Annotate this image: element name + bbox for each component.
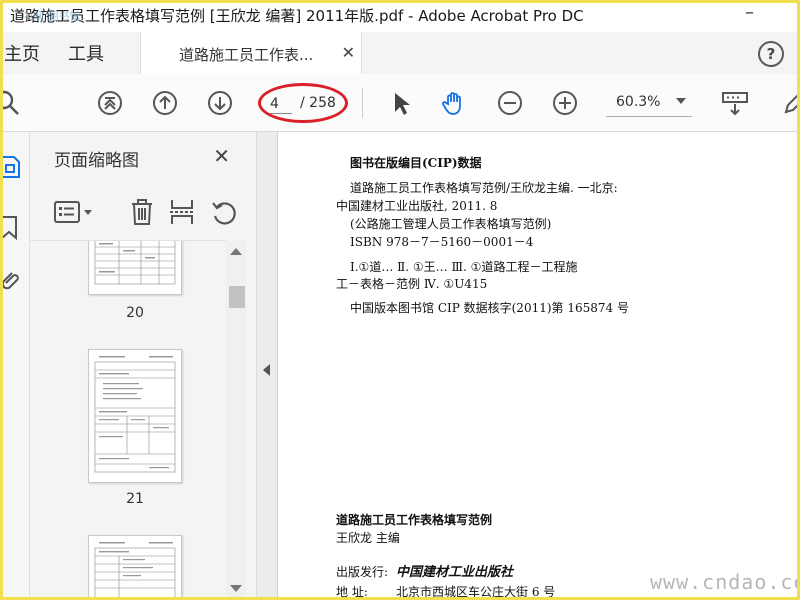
left-navigation-rail — [0, 132, 30, 600]
thumbnail-panel: 页面缩略图 ✕ 20 21 — [30, 132, 256, 600]
edit-pen-icon[interactable] — [782, 90, 800, 116]
zoom-field-underline — [606, 116, 692, 117]
title-bar: 道路施工员工作表格填写范例 [王欣龙 编著] 2011年版.pdf - Adob… — [0, 0, 800, 32]
window-title: 道路施工员工作表格填写范例 [王欣龙 编著] 2011年版.pdf - Adob… — [10, 7, 584, 25]
scroll-mode-icon[interactable] — [722, 90, 748, 116]
thumbnail-list: 20 21 — [30, 240, 226, 600]
attachments-icon[interactable] — [0, 268, 22, 294]
scroll-up-arrow-icon[interactable] — [230, 248, 242, 255]
close-tab-icon[interactable]: ✕ — [342, 43, 355, 62]
next-page-icon[interactable] — [207, 90, 233, 116]
cip-line: 道路施工员工作表格填写范例/王欣龙主编. 一北京: — [350, 181, 618, 195]
hand-icon[interactable] — [441, 90, 467, 116]
first-page-icon[interactable] — [97, 90, 123, 116]
help-button[interactable]: ? — [758, 41, 784, 67]
document-tab-label: 道路施工员工作表... — [179, 46, 314, 64]
cip-line: 中国建材工业出版社, 2011. 8 — [336, 199, 498, 213]
tools-tab[interactable]: 工具 — [68, 40, 104, 66]
zoom-in-icon[interactable] — [552, 90, 578, 116]
cip-line: (公路施工管理人员工作表格填写范例) — [350, 217, 552, 231]
cip-line: 工－表格－范例 Ⅳ. ①U415 — [336, 277, 488, 291]
publisher-label: 出版发行: — [336, 565, 389, 579]
book-title: 道路施工员工作表格填写范例 — [336, 513, 493, 527]
rotate-icon[interactable] — [210, 198, 238, 226]
cip-title: 图书在版编目(CIP)数据 — [350, 156, 482, 170]
main-toolbar: / 258 60.3% — [0, 74, 800, 132]
extract-icon[interactable] — [168, 198, 196, 226]
options-menu-icon[interactable] — [54, 198, 94, 226]
page-highlight-annotation — [258, 83, 348, 123]
document-view[interactable]: 图书在版编目(CIP)数据 道路施工员工作表格填写范例/王欣龙主编. 一北京: … — [278, 132, 800, 600]
address-value: 北京市西城区车公庄大街 6 号 — [396, 585, 556, 599]
toolbar-divider — [362, 88, 363, 118]
document-tab[interactable]: 道路施工员工作表... ✕ — [140, 32, 362, 74]
panel-close-icon[interactable]: ✕ — [213, 144, 230, 168]
thumbnail-label: 21 — [126, 491, 144, 507]
cip-record-number: 中国版本图书馆 CIP 数据核字(2011)第 165874 号 — [350, 301, 629, 315]
zoom-out-icon[interactable] — [497, 90, 523, 116]
collapse-panel-icon[interactable] — [263, 364, 270, 376]
scrollbar-thumb[interactable] — [229, 286, 245, 308]
thumbnail-label: 20 — [126, 305, 144, 321]
cip-isbn: ISBN 978－7－5160－0001－4 — [350, 235, 534, 249]
address-label: 地 址: — [336, 585, 368, 599]
thumbnail-page-22[interactable] — [88, 535, 182, 600]
thumbnail-page-21[interactable] — [88, 349, 182, 483]
page-thumbnails-icon[interactable] — [0, 154, 22, 180]
book-author: 王欣龙 主编 — [336, 531, 400, 545]
tab-bar: 主页 工具 道路施工员工作表... ✕ ? — [0, 32, 800, 74]
zoom-level[interactable]: 60.3% — [616, 94, 660, 110]
prev-page-icon[interactable] — [152, 90, 178, 116]
panel-title: 页面缩略图 — [54, 151, 139, 171]
publisher-name: 中国建材工业出版社 — [396, 565, 514, 580]
home-tab[interactable]: 主页 — [4, 40, 40, 66]
search-icon[interactable] — [0, 90, 22, 116]
watermark-bottom-right: www.cndao.com — [650, 570, 800, 594]
panel-splitter[interactable] — [256, 132, 278, 600]
thumbnail-page-20[interactable] — [88, 241, 182, 295]
thumbnail-scrollbar[interactable] — [226, 240, 246, 600]
zoom-caret-icon[interactable] — [676, 98, 686, 104]
bookmarks-icon[interactable] — [0, 214, 22, 241]
watermark-top-left: 中网 图书馆 — [22, 10, 81, 23]
minimize-button[interactable]: – — [745, 2, 754, 23]
scroll-down-arrow-icon[interactable] — [230, 585, 242, 592]
cip-line: Ⅰ.①道… Ⅱ. ①王… Ⅲ. ①道路工程－工程施 — [350, 260, 578, 274]
select-arrow-icon[interactable] — [389, 90, 415, 116]
thumbnail-toolbar — [30, 190, 256, 236]
delete-icon[interactable] — [128, 198, 156, 226]
